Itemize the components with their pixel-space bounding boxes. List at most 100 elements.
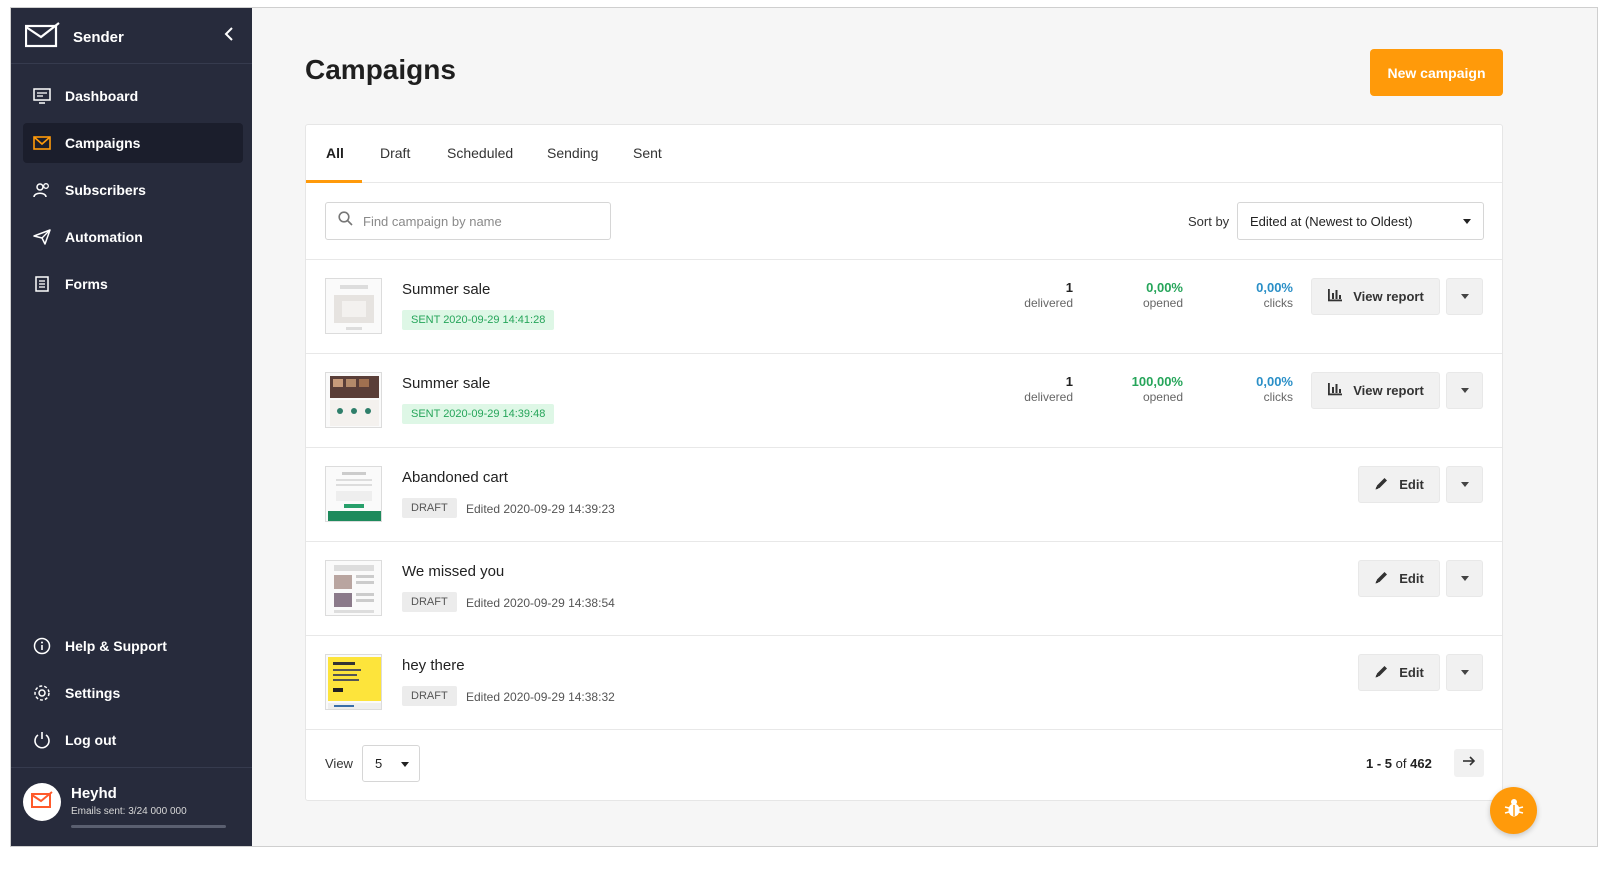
sidebar-item-subscribers[interactable]: Subscribers	[23, 170, 243, 210]
more-actions-dropdown[interactable]	[1446, 372, 1483, 409]
power-icon	[33, 731, 51, 749]
sidebar-item-label: Forms	[65, 276, 108, 292]
view-report-button[interactable]: View report	[1311, 278, 1440, 315]
tab-bar: All Draft Scheduled Sending Sent	[306, 125, 1502, 183]
campaign-thumbnail	[325, 466, 382, 522]
button-label: Edit	[1399, 477, 1424, 492]
tab-sending[interactable]: Sending	[547, 145, 598, 161]
campaign-name[interactable]: Summer sale	[402, 375, 490, 392]
campaign-name[interactable]: hey there	[402, 657, 465, 674]
clicks-stat: 0,00% clicks	[1256, 280, 1293, 310]
opened-label: opened	[1142, 390, 1183, 404]
status-badge: DRAFT	[402, 498, 457, 518]
caret-down-icon	[1460, 576, 1469, 581]
search-icon	[338, 211, 353, 231]
more-actions-dropdown[interactable]	[1446, 278, 1483, 315]
tab-draft[interactable]: Draft	[380, 145, 410, 161]
opened-rate: 100,00%	[1131, 374, 1183, 389]
tab-scheduled[interactable]: Scheduled	[447, 145, 513, 161]
sidebar-item-help-support[interactable]: Help & Support	[23, 626, 243, 666]
form-icon	[33, 275, 51, 293]
delivered-count: 1	[1065, 374, 1073, 389]
sidebar-item-automation[interactable]: Automation	[23, 217, 243, 257]
status-badge: DRAFT	[402, 592, 457, 612]
opened-stat: 100,00% opened	[1132, 374, 1183, 404]
sidebar-item-settings[interactable]: Settings	[23, 673, 243, 713]
caret-down-icon	[1460, 388, 1469, 393]
edit-button[interactable]: Edit	[1358, 560, 1440, 597]
sender-logo-icon	[30, 790, 54, 815]
button-label: Edit	[1399, 571, 1424, 586]
collapse-sidebar-button[interactable]	[219, 26, 239, 46]
edit-button[interactable]: Edit	[1358, 466, 1440, 503]
clicks-stat: 0,00% clicks	[1256, 374, 1293, 404]
of-label: of	[1395, 756, 1407, 771]
campaign-name[interactable]: We missed you	[402, 563, 504, 580]
sidebar-item-campaigns[interactable]: Campaigns	[23, 123, 243, 163]
bug-icon	[1503, 797, 1525, 824]
status-badge: SENT 2020-09-29 14:39:48	[402, 404, 555, 424]
dashboard-icon	[33, 87, 51, 105]
sender-logo-icon	[24, 21, 61, 53]
bar-chart-icon	[1327, 382, 1343, 399]
opened-label: opened	[1142, 296, 1183, 310]
usage-progress-bar	[71, 825, 226, 828]
more-actions-dropdown[interactable]	[1446, 560, 1483, 597]
caret-down-icon	[1460, 482, 1469, 487]
clicks-label: clicks	[1263, 390, 1293, 404]
campaign-row[interactable]: Summer sale SENT 2020-09-29 14:41:28 1 d…	[306, 260, 1502, 354]
sort-value: Edited at (Newest to Oldest)	[1250, 213, 1413, 229]
clicks-label: clicks	[1263, 296, 1293, 310]
sort-select[interactable]: Edited at (Newest to Oldest)	[1237, 202, 1484, 240]
sidebar-item-dashboard[interactable]: Dashboard	[23, 76, 243, 116]
page-size-select[interactable]: 5	[362, 745, 420, 782]
view-report-button[interactable]: View report	[1311, 372, 1440, 409]
avatar	[23, 783, 61, 821]
campaign-thumbnail	[325, 654, 382, 710]
sidebar-item-log-out[interactable]: Log out	[23, 720, 243, 760]
delivered-label: delivered	[1024, 390, 1073, 404]
view-label: View	[325, 756, 353, 771]
pencil-icon	[1374, 664, 1389, 682]
page-range: 1 - 5	[1366, 756, 1393, 771]
search-box[interactable]	[325, 202, 611, 240]
sidebar-item-label: Help & Support	[65, 638, 167, 654]
tab-sent[interactable]: Sent	[633, 145, 662, 161]
clicks-rate: 0,00%	[1256, 280, 1293, 295]
campaign-thumbnail	[325, 372, 382, 428]
delivered-stat: 1 delivered	[1024, 374, 1073, 404]
page-size-value: 5	[375, 756, 383, 771]
delivered-count: 1	[1065, 280, 1073, 295]
caret-down-icon	[401, 762, 409, 767]
campaign-row[interactable]: Abandoned cart DRAFT Edited 2020-09-29 1…	[306, 448, 1502, 542]
edit-button[interactable]: Edit	[1358, 654, 1440, 691]
page-title: Campaigns	[305, 54, 456, 85]
tab-all[interactable]: All	[326, 145, 344, 161]
edited-timestamp: Edited 2020-09-29 14:38:54	[466, 596, 615, 610]
caret-down-icon	[1460, 670, 1469, 675]
delivered-stat: 1 delivered	[1024, 280, 1073, 310]
search-input[interactable]	[363, 213, 583, 229]
button-label: View report	[1353, 383, 1424, 398]
campaign-name[interactable]: Summer sale	[402, 281, 490, 298]
campaign-thumbnail	[325, 560, 382, 616]
campaign-thumbnail	[325, 278, 382, 334]
campaign-row[interactable]: hey there DRAFT Edited 2020-09-29 14:38:…	[306, 636, 1502, 730]
sidebar-item-forms[interactable]: Forms	[23, 264, 243, 304]
clicks-rate: 0,00%	[1256, 374, 1293, 389]
more-actions-dropdown[interactable]	[1446, 654, 1483, 691]
more-actions-dropdown[interactable]	[1446, 466, 1483, 503]
caret-down-icon	[1463, 219, 1471, 224]
campaign-row[interactable]: We missed you DRAFT Edited 2020-09-29 14…	[306, 542, 1502, 636]
campaign-name[interactable]: Abandoned cart	[402, 469, 508, 486]
next-page-button[interactable]	[1454, 749, 1484, 777]
sidebar-item-label: Campaigns	[65, 135, 141, 151]
sidebar: Sender Dashboard Campaigns Subscribers A…	[11, 8, 252, 846]
bug-report-button[interactable]	[1490, 787, 1537, 834]
campaign-row[interactable]: Summer sale SENT 2020-09-29 14:39:48 1 d…	[306, 354, 1502, 448]
new-campaign-button[interactable]: New campaign	[1370, 49, 1503, 96]
brand-logo[interactable]: Sender	[24, 21, 124, 53]
user-name: Heyhd	[71, 785, 117, 802]
user-profile[interactable]: Heyhd Emails sent: 3/24 000 000	[23, 783, 226, 828]
sidebar-item-label: Log out	[65, 732, 117, 748]
